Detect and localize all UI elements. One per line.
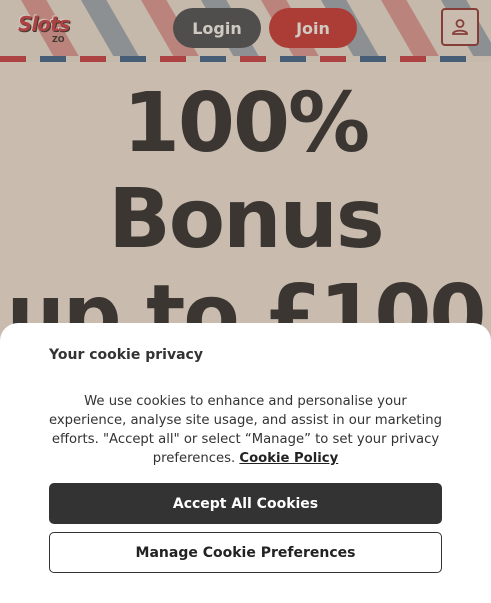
cookie-banner-title: Your cookie privacy: [49, 347, 203, 363]
cookie-policy-link[interactable]: Cookie Policy: [239, 451, 338, 466]
accept-all-cookies-button[interactable]: Accept All Cookies: [49, 483, 442, 524]
cookie-banner: Your cookie privacy We use cookies to en…: [0, 323, 491, 603]
manage-cookie-preferences-button[interactable]: Manage Cookie Preferences: [49, 532, 442, 573]
cookie-banner-text: We use cookies to enhance and personalis…: [49, 392, 442, 468]
